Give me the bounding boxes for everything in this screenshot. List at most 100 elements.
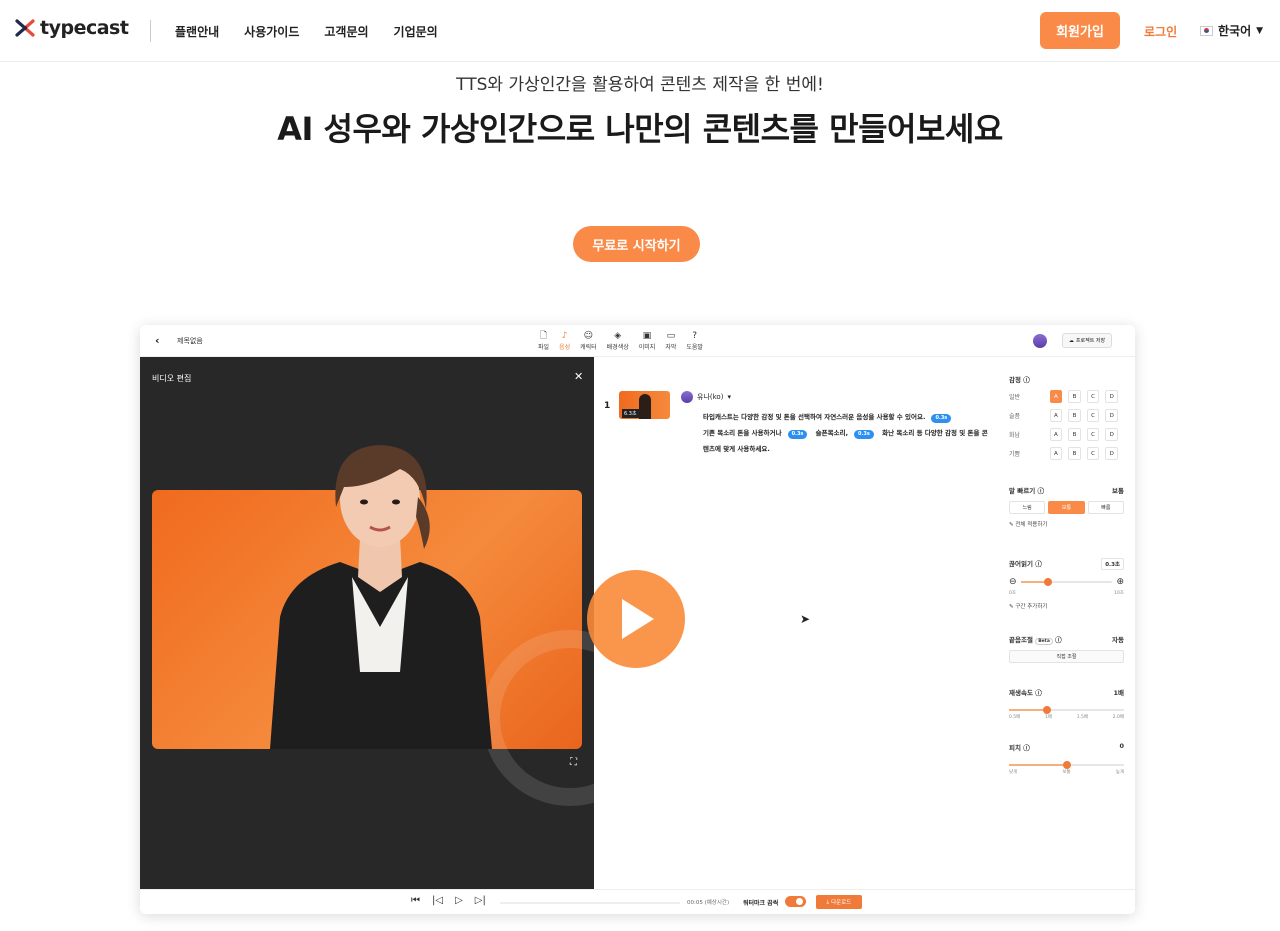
speed-option-button[interactable]: 빠름: [1087, 501, 1124, 514]
emotion-option-button[interactable]: A: [1049, 409, 1063, 422]
pitch-value: 0: [1119, 742, 1124, 750]
script-segment: 기쁜 목소리 톤을 사용하거나: [703, 429, 782, 437]
info-icon: ⓘ: [1023, 744, 1030, 752]
emotion-option-button[interactable]: A: [1049, 390, 1063, 403]
emotion-option-button[interactable]: B: [1068, 409, 1081, 422]
korea-flag-icon: [1200, 25, 1213, 36]
scene-thumbnail[interactable]: 6.3초: [619, 391, 670, 419]
nav-item-guide[interactable]: 사용가이드: [244, 23, 299, 40]
speed-option-button[interactable]: 느림: [1009, 501, 1046, 514]
slider-knob[interactable]: [1062, 761, 1071, 769]
hero-subtitle: TTS와 가상인간을 활용하여 콘텐츠 제작을 한 번에!: [456, 75, 824, 95]
save-project-button[interactable]: ☁ 프로젝트 저장: [1062, 333, 1112, 348]
login-link[interactable]: 로그인: [1144, 23, 1177, 40]
emotion-option-button[interactable]: C: [1086, 390, 1100, 403]
speaker-name: 유나(ko): [697, 393, 724, 401]
play-speed-slider[interactable]: [1009, 706, 1124, 714]
emotion-option-button[interactable]: B: [1068, 428, 1081, 441]
project-title: 제목없음: [177, 337, 203, 345]
emotion-name: 화남: [1009, 432, 1021, 439]
logo-text: typecast: [40, 17, 129, 39]
slider-knob[interactable]: [1042, 706, 1051, 714]
play-small-icon[interactable]: ▷: [455, 895, 463, 906]
download-label: 다운로드: [831, 900, 852, 906]
pause-badge[interactable]: 0.3s: [787, 430, 808, 439]
emotion-option-button[interactable]: B: [1068, 447, 1081, 460]
emotion-option-button[interactable]: D: [1105, 447, 1118, 460]
play-icon: [622, 599, 654, 639]
emotion-option-button[interactable]: A: [1049, 428, 1063, 441]
pitch-label: 피치 ⓘ: [1009, 744, 1030, 752]
user-avatar[interactable]: [1033, 334, 1047, 348]
plus-circle-icon[interactable]: ⊕: [1116, 577, 1124, 587]
next-icon[interactable]: ▷|: [475, 895, 486, 906]
manual-adjust-button[interactable]: 직접 조절: [1009, 650, 1124, 663]
speaker-avatar: [681, 391, 693, 403]
script-line-number: 1: [604, 401, 611, 411]
tool-file[interactable]: 🗋 파일: [538, 331, 549, 351]
info-icon: ⓘ: [1023, 376, 1030, 384]
emotion-option-button[interactable]: C: [1086, 447, 1100, 460]
slider-knob[interactable]: [1044, 578, 1053, 586]
pause-badge[interactable]: 0.3s: [931, 414, 952, 423]
language-selector[interactable]: 한국어 ▼: [1200, 22, 1263, 39]
minus-circle-icon[interactable]: ⊖: [1009, 577, 1017, 587]
site-header: typecast 플랜안내 사용가이드 고객문의 기업문의 회원가입 로그인 한…: [0, 0, 1280, 62]
emotion-row: 화남 A B C D: [1009, 428, 1124, 441]
play-speed-ticks: 0.5배 1배 1.5배 2.0배: [1009, 715, 1124, 720]
emotion-option-button[interactable]: A: [1049, 447, 1063, 460]
emotion-option-button[interactable]: D: [1105, 428, 1118, 441]
tool-label: 음성: [559, 344, 571, 351]
play-button[interactable]: [587, 570, 685, 668]
fullscreen-icon[interactable]: ⛶: [570, 757, 577, 768]
end-adjust-value: 자동: [1112, 636, 1124, 644]
pause-slider[interactable]: [1020, 578, 1113, 586]
emotion-option-button[interactable]: D: [1105, 390, 1118, 403]
tool-label: 자막: [665, 344, 677, 351]
emotion-name: 기쁨: [1009, 451, 1021, 458]
skip-to-start-icon[interactable]: ⏮: [411, 895, 420, 906]
emotion-option-button[interactable]: C: [1086, 428, 1100, 441]
help-icon: ?: [692, 331, 698, 341]
playback-time: 00:05 (예상시간): [687, 900, 730, 906]
emotion-name: 일반: [1009, 394, 1021, 401]
close-icon[interactable]: ✕: [574, 370, 583, 383]
tool-background-color[interactable]: ◈ 배경색상: [607, 331, 629, 351]
previous-icon[interactable]: |◁: [432, 895, 443, 906]
back-arrow-icon[interactable]: ‹: [155, 334, 160, 347]
emotion-row: 기쁨 A B C D: [1009, 447, 1124, 460]
tool-voice[interactable]: ♪ 음성: [559, 331, 570, 351]
speaker-selector[interactable]: 유나(ko) ▾: [681, 391, 731, 403]
pause-label: 끊어읽기 ⓘ: [1009, 560, 1042, 568]
script-segment: 슬픈목소리,: [815, 429, 849, 437]
start-free-button[interactable]: 무료로 시작하기: [573, 226, 700, 262]
info-icon: ⓘ: [1037, 487, 1044, 495]
nav-item-enterprise[interactable]: 기업문의: [394, 23, 438, 40]
emotion-option-button[interactable]: C: [1086, 409, 1100, 422]
nav-item-plans[interactable]: 플랜안내: [175, 23, 219, 40]
nav-item-support[interactable]: 고객문의: [324, 23, 368, 40]
download-icon: ⤓: [826, 898, 830, 905]
add-section-link[interactable]: ✎ 구간 추가하기: [1009, 602, 1124, 610]
speed-option-button[interactable]: 보통: [1048, 501, 1085, 514]
emotion-option-button[interactable]: B: [1068, 390, 1081, 403]
tool-caption[interactable]: ▭ 자막: [665, 331, 676, 351]
timeline-track[interactable]: [500, 902, 680, 904]
signup-button[interactable]: 회원가입: [1040, 12, 1120, 49]
typecast-logo[interactable]: typecast: [14, 17, 129, 39]
pause-value[interactable]: 0.3초: [1101, 558, 1124, 570]
download-button[interactable]: ⤓ 다운로드: [816, 895, 862, 909]
playback-bar: ⏮ |◁ ▷ ▷| 00:05 (예상시간) 워터마크 끔씩 ⤓ 다운로드: [140, 889, 1135, 914]
thumbnail-figure: [639, 394, 651, 419]
pitch-slider[interactable]: [1009, 761, 1124, 769]
tool-character[interactable]: ☺ 캐릭터: [580, 331, 597, 351]
emotion-option-button[interactable]: D: [1105, 409, 1118, 422]
watermark-toggle[interactable]: [785, 896, 806, 907]
tool-help[interactable]: ? 도움말: [686, 331, 703, 351]
emotion-row: 슬픔 A B C D: [1009, 409, 1124, 422]
apply-all-link[interactable]: ✎ 전체 적용하기: [1009, 520, 1124, 528]
speed-section: 말 빠르기 ⓘ 보통 느림 보통 빠름 ✎ 전체 적용하기: [1009, 485, 1124, 528]
pause-badge[interactable]: 0.3s: [854, 430, 874, 439]
script-text[interactable]: 타입캐스트는 다양한 감정 및 톤을 선택하여 자연스러운 음성을 사용할 수 …: [703, 409, 993, 457]
tool-image[interactable]: ▣ 이미지: [639, 331, 656, 351]
